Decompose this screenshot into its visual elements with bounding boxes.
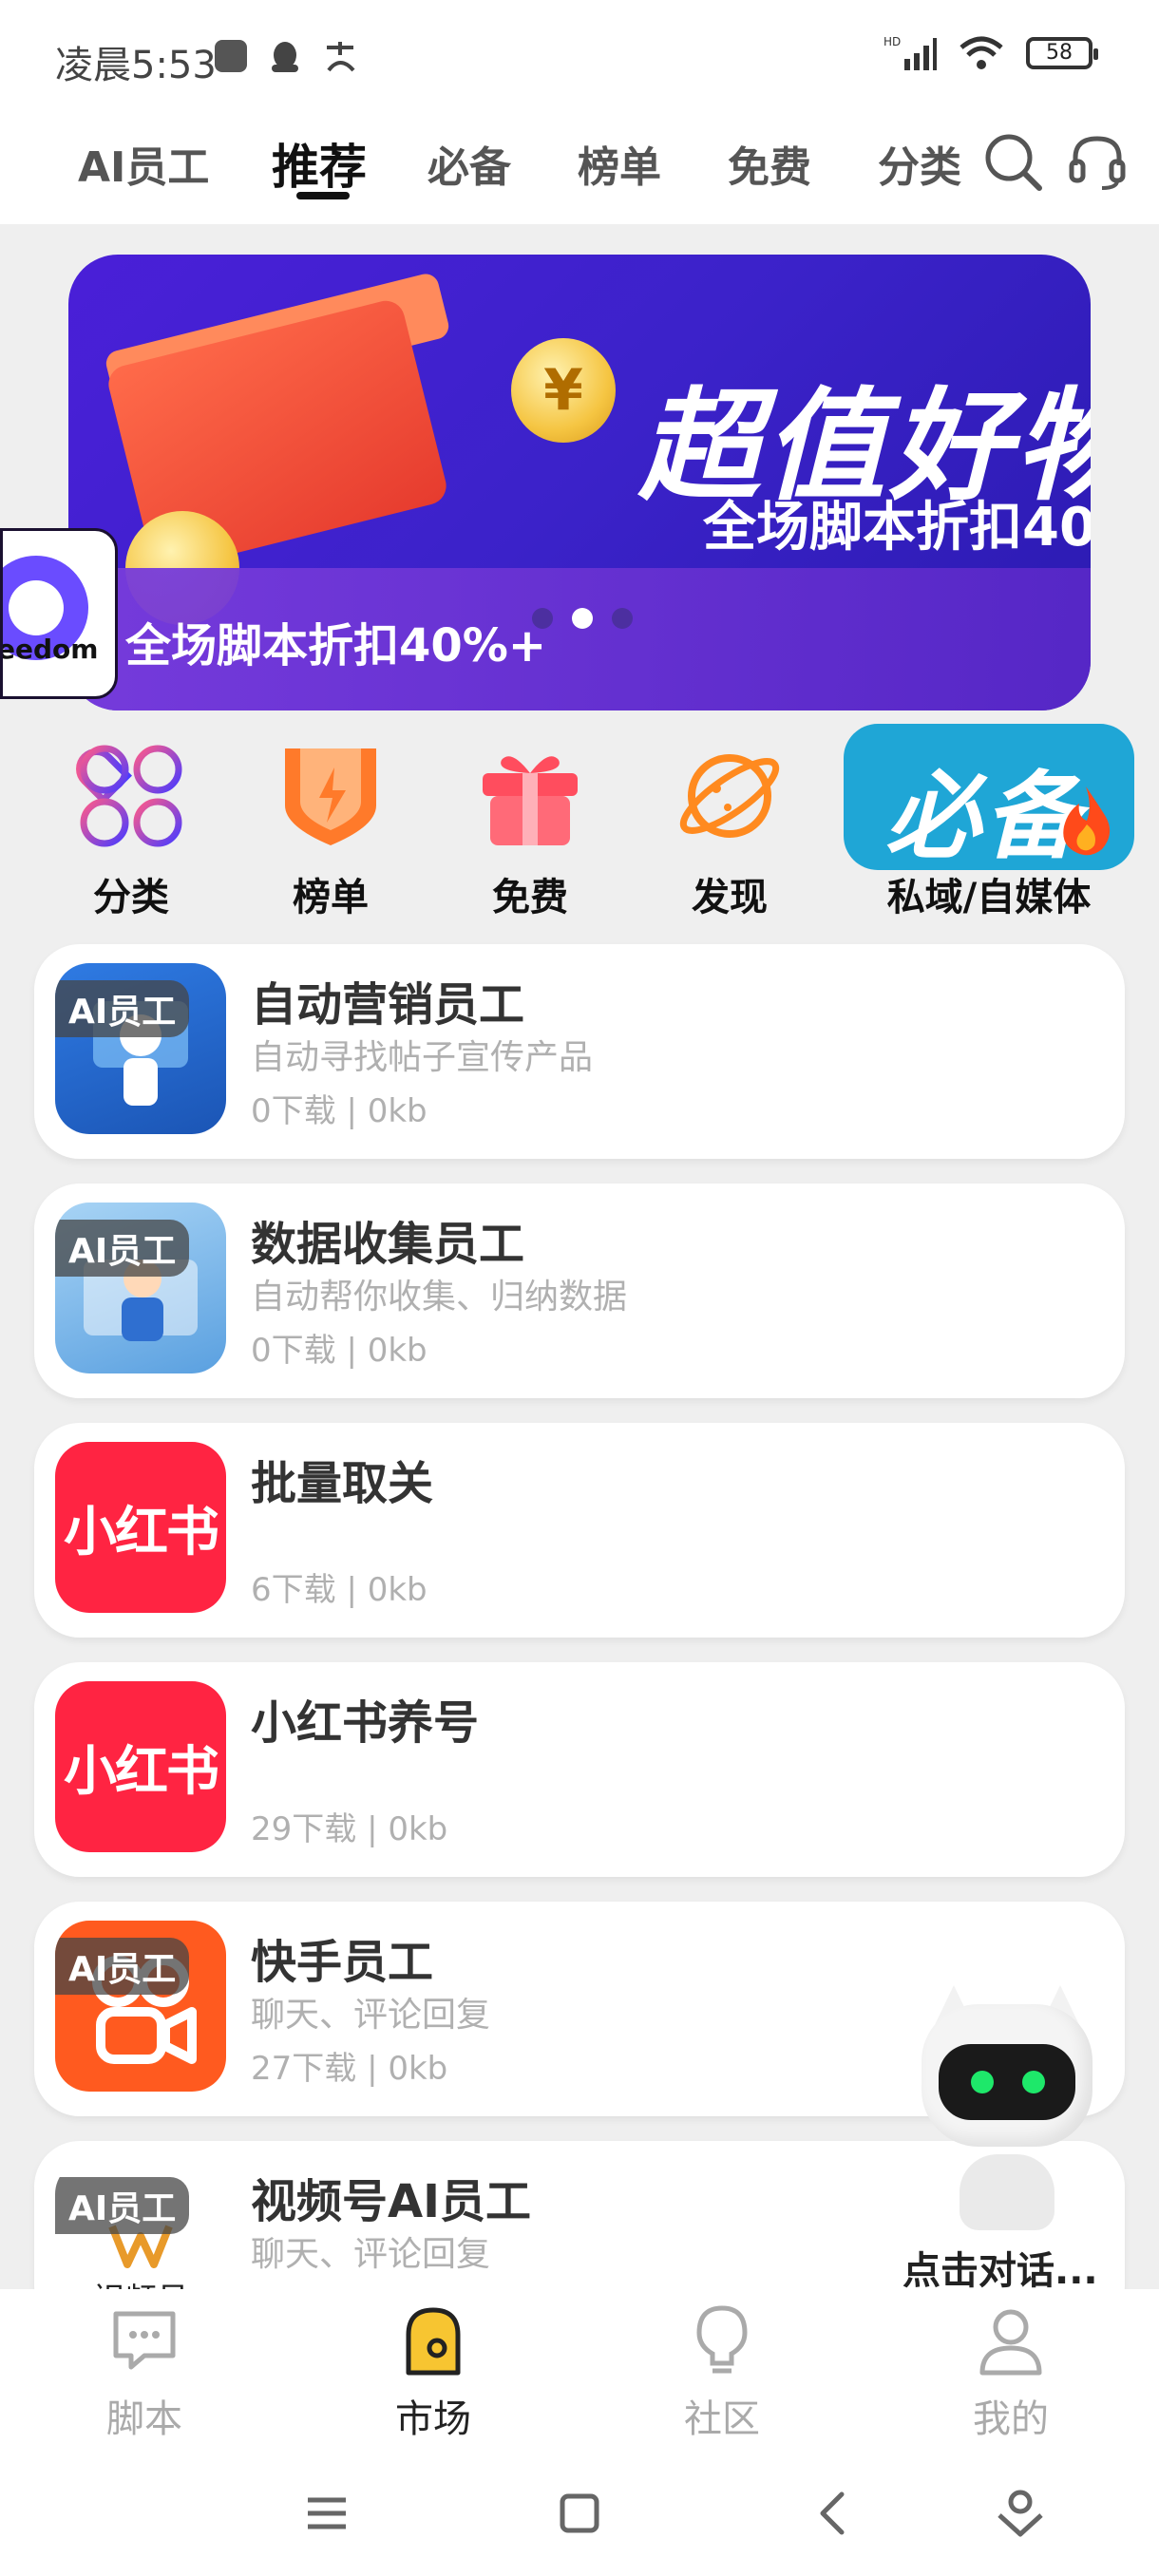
chat-bubble-icon <box>113 2311 176 2370</box>
menu-icon[interactable] <box>296 2483 357 2544</box>
notification-app-icon <box>215 40 247 72</box>
category-label: 榜单 <box>293 876 369 919</box>
item-title: 小红书养号 <box>251 1696 480 1750</box>
tab-recommended[interactable]: 推荐 <box>272 129 367 198</box>
classify-icon <box>76 745 182 847</box>
banner-subtitle: 全场脚本折扣40 <box>703 497 1091 559</box>
lightbulb-icon <box>696 2305 748 2374</box>
promo-banner[interactable]: ¥ 超值好物 全场脚本折扣40 全场脚本折扣40%+ <box>68 255 1091 710</box>
ai-assistant-robot[interactable] <box>902 1985 1112 2232</box>
ai-employee-badge: AI员工 <box>55 2177 190 2234</box>
customer-service-icon[interactable] <box>1064 129 1130 196</box>
floating-app-logo[interactable]: eedom <box>0 528 118 699</box>
fire-icon <box>1063 786 1111 856</box>
market-icon <box>406 2307 461 2376</box>
carousel-dot-3[interactable] <box>612 608 633 629</box>
bottom-nav: 脚本 市场 社区 我的 <box>0 2289 1159 2451</box>
kuaishou-thumbnail: AI员工 <box>55 1921 226 2092</box>
system-nav-bar <box>0 2451 1159 2576</box>
item-title: 批量取关 <box>251 1457 434 1510</box>
floating-logo-text: eedom <box>0 634 99 665</box>
item-title: 快手员工 <box>251 1936 434 1989</box>
planet-icon <box>679 754 780 838</box>
item-title: 自动营销员工 <box>251 978 525 1032</box>
xiaohongshu-logo-text: 小红书 <box>64 1740 219 1803</box>
svg-text:HD: HD <box>884 35 901 48</box>
list-item[interactable]: AI员工 自动营销员工 自动寻找帖子宣传产品 0下载 | 0kb <box>34 944 1125 1159</box>
top-nav: AI员工 推荐 必备 榜单 免费 分类 <box>0 114 1159 224</box>
robot-face <box>939 2044 1075 2120</box>
qq-icon <box>272 42 298 72</box>
tab-free[interactable]: 免费 <box>728 133 811 194</box>
nav-community[interactable]: 社区 <box>636 2302 808 2443</box>
essentials-card-label: 私域/自媒体 <box>886 876 1092 919</box>
coin-illustration: ¥ <box>511 338 616 443</box>
list-item[interactable]: AI员工 数据收集员工 自动帮你收集、归纳数据 0下载 | 0kb <box>34 1184 1125 1398</box>
item-meta: 6下载 | 0kb <box>251 1571 428 1609</box>
carousel-dot-2-active[interactable] <box>572 608 593 629</box>
app-thumbnail: AI员工 <box>55 963 226 1134</box>
tab-rankings[interactable]: 榜单 <box>578 133 661 194</box>
back-icon[interactable] <box>804 2483 864 2544</box>
xiaohongshu-thumbnail: 小红书 <box>55 1681 226 1852</box>
chat-prompt-label[interactable]: 点击对话... <box>902 2240 1098 2295</box>
list-item[interactable]: 小红书 小红书养号 29下载 | 0kb <box>34 1662 1125 1877</box>
item-description: 聊天、评论回复 <box>251 1996 491 2035</box>
robot-eye-left <box>971 2071 994 2093</box>
carousel-dot-1[interactable] <box>532 608 553 629</box>
item-meta: 27下载 | 0kb <box>251 2050 448 2088</box>
item-meta: 0下载 | 0kb <box>251 1092 428 1130</box>
nav-profile[interactable]: 我的 <box>925 2302 1096 2443</box>
xiaohongshu-logo-text: 小红书 <box>64 1501 219 1563</box>
tab-ai-employees[interactable]: AI员工 <box>78 133 209 194</box>
nav-label: 市场 <box>395 2397 471 2441</box>
nav-label: 脚本 <box>106 2397 182 2441</box>
robot-eye-right <box>1022 2071 1045 2093</box>
signal-icon: HD <box>884 35 937 70</box>
ai-employee-badge: AI员工 <box>55 980 190 1037</box>
nav-label: 社区 <box>684 2397 760 2441</box>
xiaohongshu-thumbnail: 小红书 <box>55 1442 226 1613</box>
active-tab-indicator <box>296 192 350 199</box>
nav-scripts[interactable]: 脚本 <box>59 2302 230 2443</box>
ai-employee-badge: AI员工 <box>55 1938 190 1995</box>
battery-indicator: 58 <box>1026 37 1098 69</box>
user-icon <box>979 2309 1042 2376</box>
wifi-icon <box>960 36 1003 69</box>
nav-market[interactable]: 市场 <box>348 2302 519 2443</box>
list-item[interactable]: 小红书 批量取关 6下载 | 0kb <box>34 1423 1125 1638</box>
ai-employee-badge: AI员工 <box>55 1220 190 1277</box>
item-description: 自动帮你收集、归纳数据 <box>251 1278 628 1316</box>
status-bar: 凌晨5:53 HD 58 <box>0 0 1159 114</box>
app-thumbnail: AI员工 <box>55 1203 226 1373</box>
gift-icon <box>483 756 578 845</box>
item-title: 数据收集员工 <box>251 1218 525 1271</box>
banner-caption: 全场脚本折扣40%+ <box>125 619 547 672</box>
item-description: 自动寻找帖子宣传产品 <box>251 1038 594 1077</box>
category-label: 免费 <box>492 876 568 919</box>
category-label: 分类 <box>93 876 169 919</box>
item-title: 视频号AI员工 <box>251 2175 532 2228</box>
robot-body <box>960 2154 1054 2230</box>
item-meta: 29下载 | 0kb <box>251 1810 448 1848</box>
category-label: 发现 <box>692 876 768 919</box>
nav-label: 我的 <box>973 2397 1049 2441</box>
tab-categories[interactable]: 分类 <box>878 133 961 194</box>
assistant-icon[interactable] <box>990 2483 1051 2544</box>
search-icon[interactable] <box>980 129 1047 196</box>
status-time: 凌晨5:53 <box>55 44 217 87</box>
rankings-shield-icon <box>285 748 376 845</box>
essentials-card[interactable]: 必备 <box>844 724 1134 872</box>
item-description: 聊天、评论回复 <box>251 2235 491 2274</box>
item-meta: 0下载 | 0kb <box>251 1332 428 1370</box>
alipay-icon <box>327 42 355 72</box>
home-icon[interactable] <box>549 2483 610 2544</box>
tab-essentials[interactable]: 必备 <box>428 133 511 194</box>
